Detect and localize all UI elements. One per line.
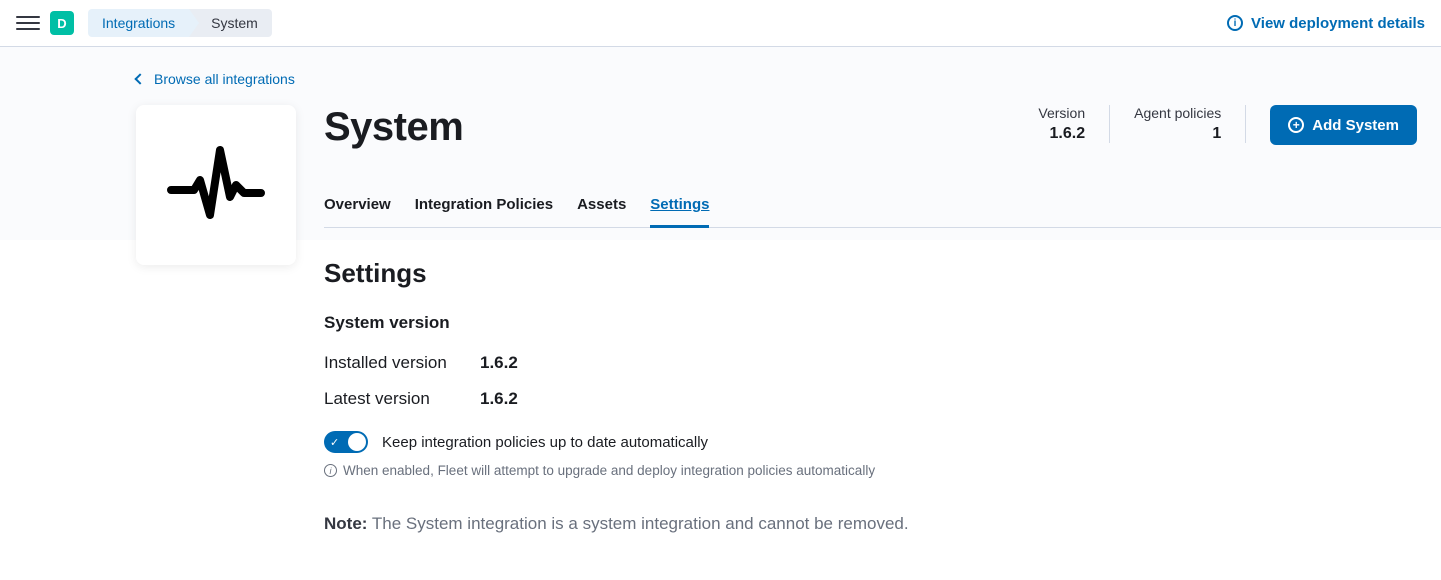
stats-group: Version 1.6.2 Agent policies 1 <box>1014 105 1246 143</box>
note-label: Note: <box>324 514 367 533</box>
installed-version-label: Installed version <box>324 353 480 373</box>
tab-overview[interactable]: Overview <box>324 196 391 227</box>
installed-version-value: 1.6.2 <box>480 353 518 373</box>
tab-settings[interactable]: Settings <box>650 196 709 228</box>
stat-policies-value: 1 <box>1134 125 1221 143</box>
auto-update-toggle-row: ✓ Keep integration policies up to date a… <box>324 431 1417 453</box>
auto-update-help: i When enabled, Fleet will attempt to up… <box>324 463 1417 478</box>
hamburger-menu-icon[interactable] <box>16 11 40 35</box>
avatar-letter: D <box>57 16 66 31</box>
settings-panel: Settings System version Installed versio… <box>324 228 1441 534</box>
breadcrumb-link-label: Integrations <box>102 15 175 31</box>
page-content: Browse all integrations System Version 1… <box>0 47 1441 534</box>
system-version-heading: System version <box>324 313 1417 333</box>
integration-icon-card <box>136 105 296 265</box>
breadcrumb-link-integrations[interactable]: Integrations <box>88 9 189 37</box>
note-text: The System integration is a system integ… <box>367 514 908 533</box>
plus-circle-icon: + <box>1288 117 1304 133</box>
stat-version: Version 1.6.2 <box>1014 105 1110 143</box>
settings-heading: Settings <box>324 258 1417 289</box>
deployment-details-label: View deployment details <box>1251 15 1425 32</box>
page-title: System <box>324 105 463 150</box>
installed-version-row: Installed version 1.6.2 <box>324 353 1417 373</box>
stat-agent-policies: Agent policies 1 <box>1110 105 1246 143</box>
latest-version-row: Latest version 1.6.2 <box>324 389 1417 409</box>
toggle-knob <box>348 433 366 451</box>
tabs: Overview Integration Policies Assets Set… <box>324 196 1441 228</box>
auto-update-help-text: When enabled, Fleet will attempt to upgr… <box>343 463 875 478</box>
space-avatar[interactable]: D <box>50 11 74 35</box>
auto-update-toggle-label: Keep integration policies up to date aut… <box>382 434 708 451</box>
back-link-label: Browse all integrations <box>154 71 295 87</box>
latest-version-label: Latest version <box>324 389 480 409</box>
info-icon: i <box>1227 15 1243 31</box>
info-icon: i <box>324 464 337 477</box>
add-button-label: Add System <box>1312 117 1399 134</box>
title-row: System Version 1.6.2 Agent policies 1 + … <box>324 105 1417 150</box>
chevron-left-icon <box>134 73 145 84</box>
stat-version-label: Version <box>1038 105 1085 121</box>
tab-assets[interactable]: Assets <box>577 196 626 227</box>
integration-header: System Version 1.6.2 Agent policies 1 + … <box>0 105 1441 150</box>
back-link[interactable]: Browse all integrations <box>0 71 1441 87</box>
tab-integration-policies[interactable]: Integration Policies <box>415 196 553 227</box>
top-bar: D Integrations System i View deployment … <box>0 0 1441 47</box>
add-system-button[interactable]: + Add System <box>1270 105 1417 145</box>
heartbeat-pulse-icon <box>166 135 266 235</box>
view-deployment-details-link[interactable]: i View deployment details <box>1227 15 1425 32</box>
latest-version-value: 1.6.2 <box>480 389 518 409</box>
breadcrumb: Integrations System <box>88 9 272 37</box>
check-icon: ✓ <box>330 436 339 449</box>
stat-policies-label: Agent policies <box>1134 105 1221 121</box>
removal-note: Note: The System integration is a system… <box>324 514 1417 534</box>
breadcrumb-current-label: System <box>211 15 258 31</box>
breadcrumb-current: System <box>189 9 272 37</box>
stat-version-value: 1.6.2 <box>1038 125 1085 143</box>
auto-update-toggle[interactable]: ✓ <box>324 431 368 453</box>
